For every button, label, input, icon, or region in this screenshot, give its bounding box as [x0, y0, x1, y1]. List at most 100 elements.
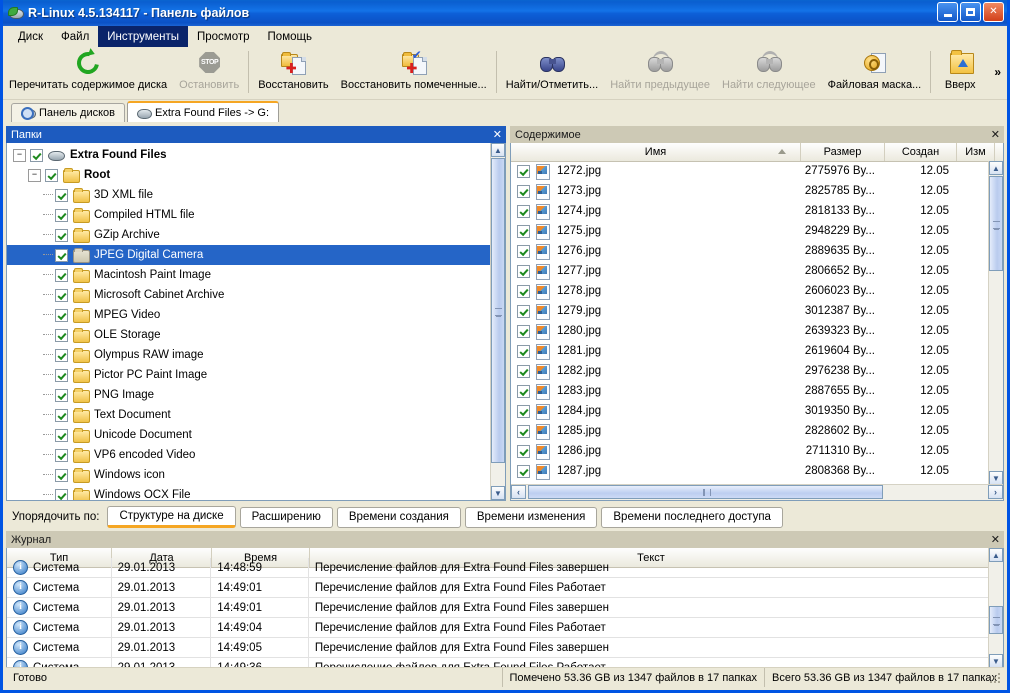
tree-item-checkbox[interactable]: [30, 148, 43, 162]
toolbar-stop-button[interactable]: STOP Остановить: [173, 47, 245, 99]
file-row[interactable]: 1287.jpg 2808368 By... 12.05: [511, 461, 989, 481]
scroll-down-icon[interactable]: ▼: [989, 654, 1003, 668]
file-row-checkbox[interactable]: [517, 184, 530, 198]
file-row[interactable]: 1274.jpg 2818133 By... 12.05: [511, 201, 989, 221]
toolbar-refresh-button[interactable]: Перечитать содержимое диска: [3, 47, 173, 99]
file-row-checkbox[interactable]: [517, 304, 530, 318]
close-button[interactable]: ✕: [983, 2, 1004, 22]
sort-option-extension[interactable]: Расширению: [239, 506, 333, 528]
file-list[interactable]: 1272.jpg 2775976 By... 12.05 1273.jpg 282578…: [511, 161, 989, 485]
file-row-checkbox[interactable]: [517, 244, 530, 258]
tree-item-checkbox[interactable]: [55, 428, 68, 442]
file-list-hscrollbar[interactable]: ‹ ›: [511, 484, 1003, 500]
sort-option-modify-time[interactable]: Времени изменения: [464, 506, 598, 528]
file-row[interactable]: 1285.jpg 2828602 By... 12.05: [511, 421, 989, 441]
log-row[interactable]: i Система 29.01.2013 14:48:59 Перечисление ф…: [7, 558, 989, 578]
tree-item-checkbox[interactable]: [55, 448, 68, 462]
file-row[interactable]: 1279.jpg 3012387 By... 12.05: [511, 301, 989, 321]
menu-item-view[interactable]: Просмотр: [188, 26, 259, 47]
file-column-header[interactable]: Размер: [801, 143, 885, 161]
file-row[interactable]: 1272.jpg 2775976 By... 12.05: [511, 161, 989, 181]
tree-item-checkbox[interactable]: [45, 168, 58, 182]
file-row-checkbox[interactable]: [517, 164, 530, 178]
sort-option-access-time[interactable]: Времени последнего доступа: [601, 506, 783, 528]
tree-item[interactable]: JPEG Digital Camera: [7, 245, 491, 265]
tree-item[interactable]: MPEG Video: [7, 305, 491, 325]
tree-item[interactable]: GZip Archive: [7, 225, 491, 245]
tree-item-checkbox[interactable]: [55, 408, 68, 422]
scroll-right-icon[interactable]: ›: [988, 485, 1003, 499]
folder-tree[interactable]: − Extra Found Files − Root 3D XML file Compil…: [7, 143, 491, 500]
scrollbar-thumb[interactable]: [989, 606, 1003, 634]
tree-item-checkbox[interactable]: [55, 288, 68, 302]
tree-item[interactable]: Unicode Document: [7, 425, 491, 445]
tree-item[interactable]: PNG Image: [7, 385, 491, 405]
file-row-checkbox[interactable]: [517, 364, 530, 378]
log-vscrollbar[interactable]: ▲ ▼: [988, 548, 1003, 668]
tree-item[interactable]: Pictor PC Paint Image: [7, 365, 491, 385]
tree-item[interactable]: Windows icon: [7, 465, 491, 485]
sort-option-creation-time[interactable]: Времени создания: [336, 506, 461, 528]
scroll-up-icon[interactable]: ▲: [491, 143, 505, 157]
file-row[interactable]: 1283.jpg 2887655 By... 12.05: [511, 381, 989, 401]
menu-item-help[interactable]: Помощь: [259, 26, 321, 47]
sort-option-disk-structure[interactable]: Структуре на диске: [107, 506, 236, 528]
tree-item-checkbox[interactable]: [55, 308, 68, 322]
tree-expander-icon[interactable]: −: [28, 168, 41, 182]
minimize-button[interactable]: [937, 2, 958, 22]
tree-item[interactable]: OLE Storage: [7, 325, 491, 345]
scrollbar-thumb[interactable]: [491, 158, 505, 463]
tree-item-checkbox[interactable]: [55, 248, 68, 262]
file-row[interactable]: 1277.jpg 2806652 By... 12.05: [511, 261, 989, 281]
maximize-button[interactable]: [960, 2, 981, 22]
tab-extra-found-files[interactable]: Extra Found Files -> G:: [127, 101, 280, 122]
tree-item[interactable]: 3D XML file: [7, 185, 491, 205]
tree-item-checkbox[interactable]: [55, 488, 68, 500]
tree-item-checkbox[interactable]: [55, 328, 68, 342]
file-row[interactable]: 1273.jpg 2825785 By... 12.05: [511, 181, 989, 201]
tree-expander-icon[interactable]: −: [13, 148, 26, 162]
file-row-checkbox[interactable]: [517, 224, 530, 238]
tree-item-checkbox[interactable]: [55, 208, 68, 222]
menu-item-disk[interactable]: Диск: [9, 26, 52, 47]
toolbar-overflow-chevron-icon[interactable]: »: [994, 65, 1001, 79]
folders-panel-close-icon[interactable]: ✕: [493, 128, 502, 141]
file-row-checkbox[interactable]: [517, 264, 530, 278]
file-list-vscrollbar[interactable]: ▲ ▼: [988, 161, 1003, 485]
tree-item-checkbox[interactable]: [55, 228, 68, 242]
scroll-up-icon[interactable]: ▲: [989, 548, 1003, 562]
file-row[interactable]: 1281.jpg 2619604 By... 12.05: [511, 341, 989, 361]
scroll-down-icon[interactable]: ▼: [491, 486, 505, 500]
tree-item-checkbox[interactable]: [55, 368, 68, 382]
tree-item[interactable]: − Root: [7, 165, 491, 185]
tree-item-checkbox[interactable]: [55, 268, 68, 282]
tree-item[interactable]: Compiled HTML file: [7, 205, 491, 225]
file-row[interactable]: 1278.jpg 2606023 By... 12.05: [511, 281, 989, 301]
toolbar-find-next-button[interactable]: Найти следующее: [716, 47, 822, 99]
folder-tree-vscrollbar[interactable]: ▲ ▼: [490, 143, 505, 500]
toolbar-find-prev-button[interactable]: Найти предыдущее: [604, 47, 716, 99]
toolbar-restore-marked-button[interactable]: ✔ Восстановить помеченные...: [335, 47, 493, 99]
file-row[interactable]: 1276.jpg 2889635 By... 12.05: [511, 241, 989, 261]
tree-item[interactable]: Text Document: [7, 405, 491, 425]
tree-item[interactable]: Olympus RAW image: [7, 345, 491, 365]
scrollbar-thumb[interactable]: [989, 176, 1003, 271]
tree-item[interactable]: − Extra Found Files: [7, 145, 491, 165]
file-row[interactable]: 1282.jpg 2976238 By... 12.05: [511, 361, 989, 381]
menu-item-file[interactable]: Файл: [52, 26, 98, 47]
scroll-up-icon[interactable]: ▲: [989, 161, 1003, 175]
file-row-checkbox[interactable]: [517, 424, 530, 438]
scrollbar-thumb[interactable]: [528, 485, 883, 499]
tree-item-checkbox[interactable]: [55, 468, 68, 482]
toolbar-find-mark-button[interactable]: Найти/Отметить...: [500, 47, 604, 99]
log-row[interactable]: i Система 29.01.2013 14:49:04 Перечисление ф…: [7, 618, 989, 638]
toolbar-restore-button[interactable]: Восстановить: [252, 47, 334, 99]
toolbar-up-button[interactable]: Вверх: [934, 47, 986, 99]
log-list[interactable]: i Система 29.01.2013 14:48:59 Перечисление ф…: [7, 558, 989, 668]
file-column-header[interactable]: Изм: [957, 143, 995, 161]
tree-item-checkbox[interactable]: [55, 388, 68, 402]
file-row[interactable]: 1284.jpg 3019350 By... 12.05: [511, 401, 989, 421]
file-row-checkbox[interactable]: [517, 344, 530, 358]
menu-item-tools[interactable]: Инструменты: [98, 26, 188, 47]
file-row-checkbox[interactable]: [517, 464, 530, 478]
